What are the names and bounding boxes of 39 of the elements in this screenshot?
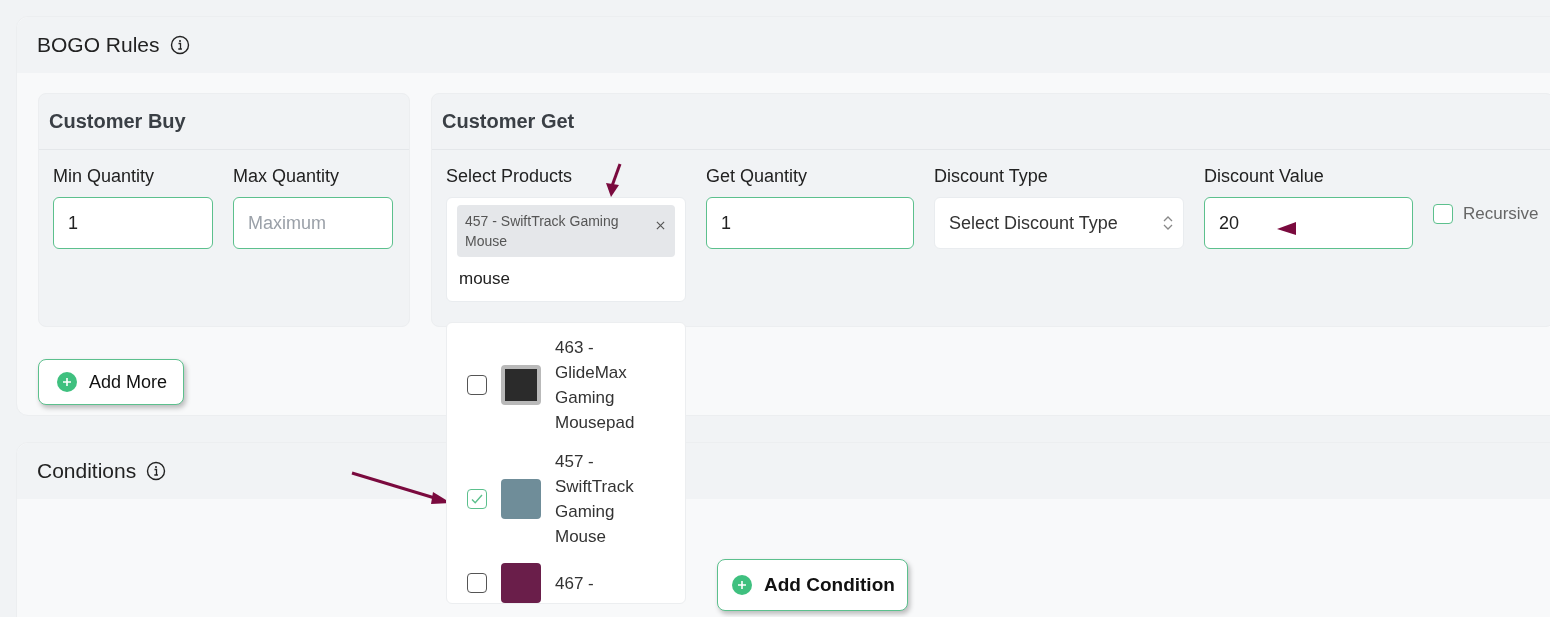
card-title: Customer Buy — [49, 110, 186, 133]
info-icon[interactable] — [146, 461, 167, 481]
card-title: Customer Get — [442, 110, 575, 133]
quantity-input[interactable]: 1 — [53, 197, 213, 249]
info-icon[interactable] — [169, 35, 190, 55]
option-label[interactable]: 463 - GlideMax Gaming Mousepad — [555, 335, 655, 435]
annotation-arrow — [606, 163, 622, 197]
search-input[interactable]: mouse — [457, 263, 675, 295]
option-label[interactable]: 467 - — [555, 570, 655, 596]
field-label: Select Products — [446, 165, 573, 188]
field-label: Max Quantity — [233, 165, 340, 188]
field-label: Min Quantity — [53, 165, 155, 188]
discount-value-input[interactable]: 20 — [1204, 197, 1413, 249]
checkbox[interactable] — [467, 489, 487, 509]
photo-placeholder — [501, 365, 541, 405]
plus-icon — [732, 575, 752, 595]
quantity-input[interactable]: Maximum — [233, 197, 393, 249]
photo-placeholder — [501, 479, 541, 519]
checkbox[interactable] — [467, 573, 487, 593]
sort-icon — [1163, 215, 1173, 231]
photo-placeholder — [501, 563, 541, 603]
plus-icon — [57, 372, 77, 392]
checkbox-label: Recursive — [1463, 204, 1539, 224]
field-label: Get Quantity — [706, 165, 808, 188]
field-label: Discount Type — [934, 165, 1048, 188]
checkbox[interactable] — [467, 375, 487, 395]
annotation-arrow — [1277, 222, 1296, 235]
section-title: BOGO Rules — [37, 33, 160, 57]
add-condition-button[interactable]: Add Condition — [717, 559, 908, 611]
checkbox[interactable] — [1433, 204, 1453, 224]
field-label: Discount Value — [1204, 165, 1324, 188]
discount-type-select[interactable]: Select Discount Type — [934, 197, 1184, 249]
add-more-button[interactable]: Add More — [38, 359, 185, 405]
check-icon — [470, 492, 484, 506]
section-title: Conditions — [37, 459, 137, 483]
quantity-input[interactable]: 1 — [706, 197, 914, 249]
product-select-field[interactable]: 457 - SwiftTrack Gaming Mouse mouse — [446, 197, 686, 302]
option-label[interactable]: 457 - SwiftTrack Gaming Mouse — [555, 449, 655, 549]
tag-label: 457 - SwiftTrack Gaming Mouse — [465, 212, 620, 251]
